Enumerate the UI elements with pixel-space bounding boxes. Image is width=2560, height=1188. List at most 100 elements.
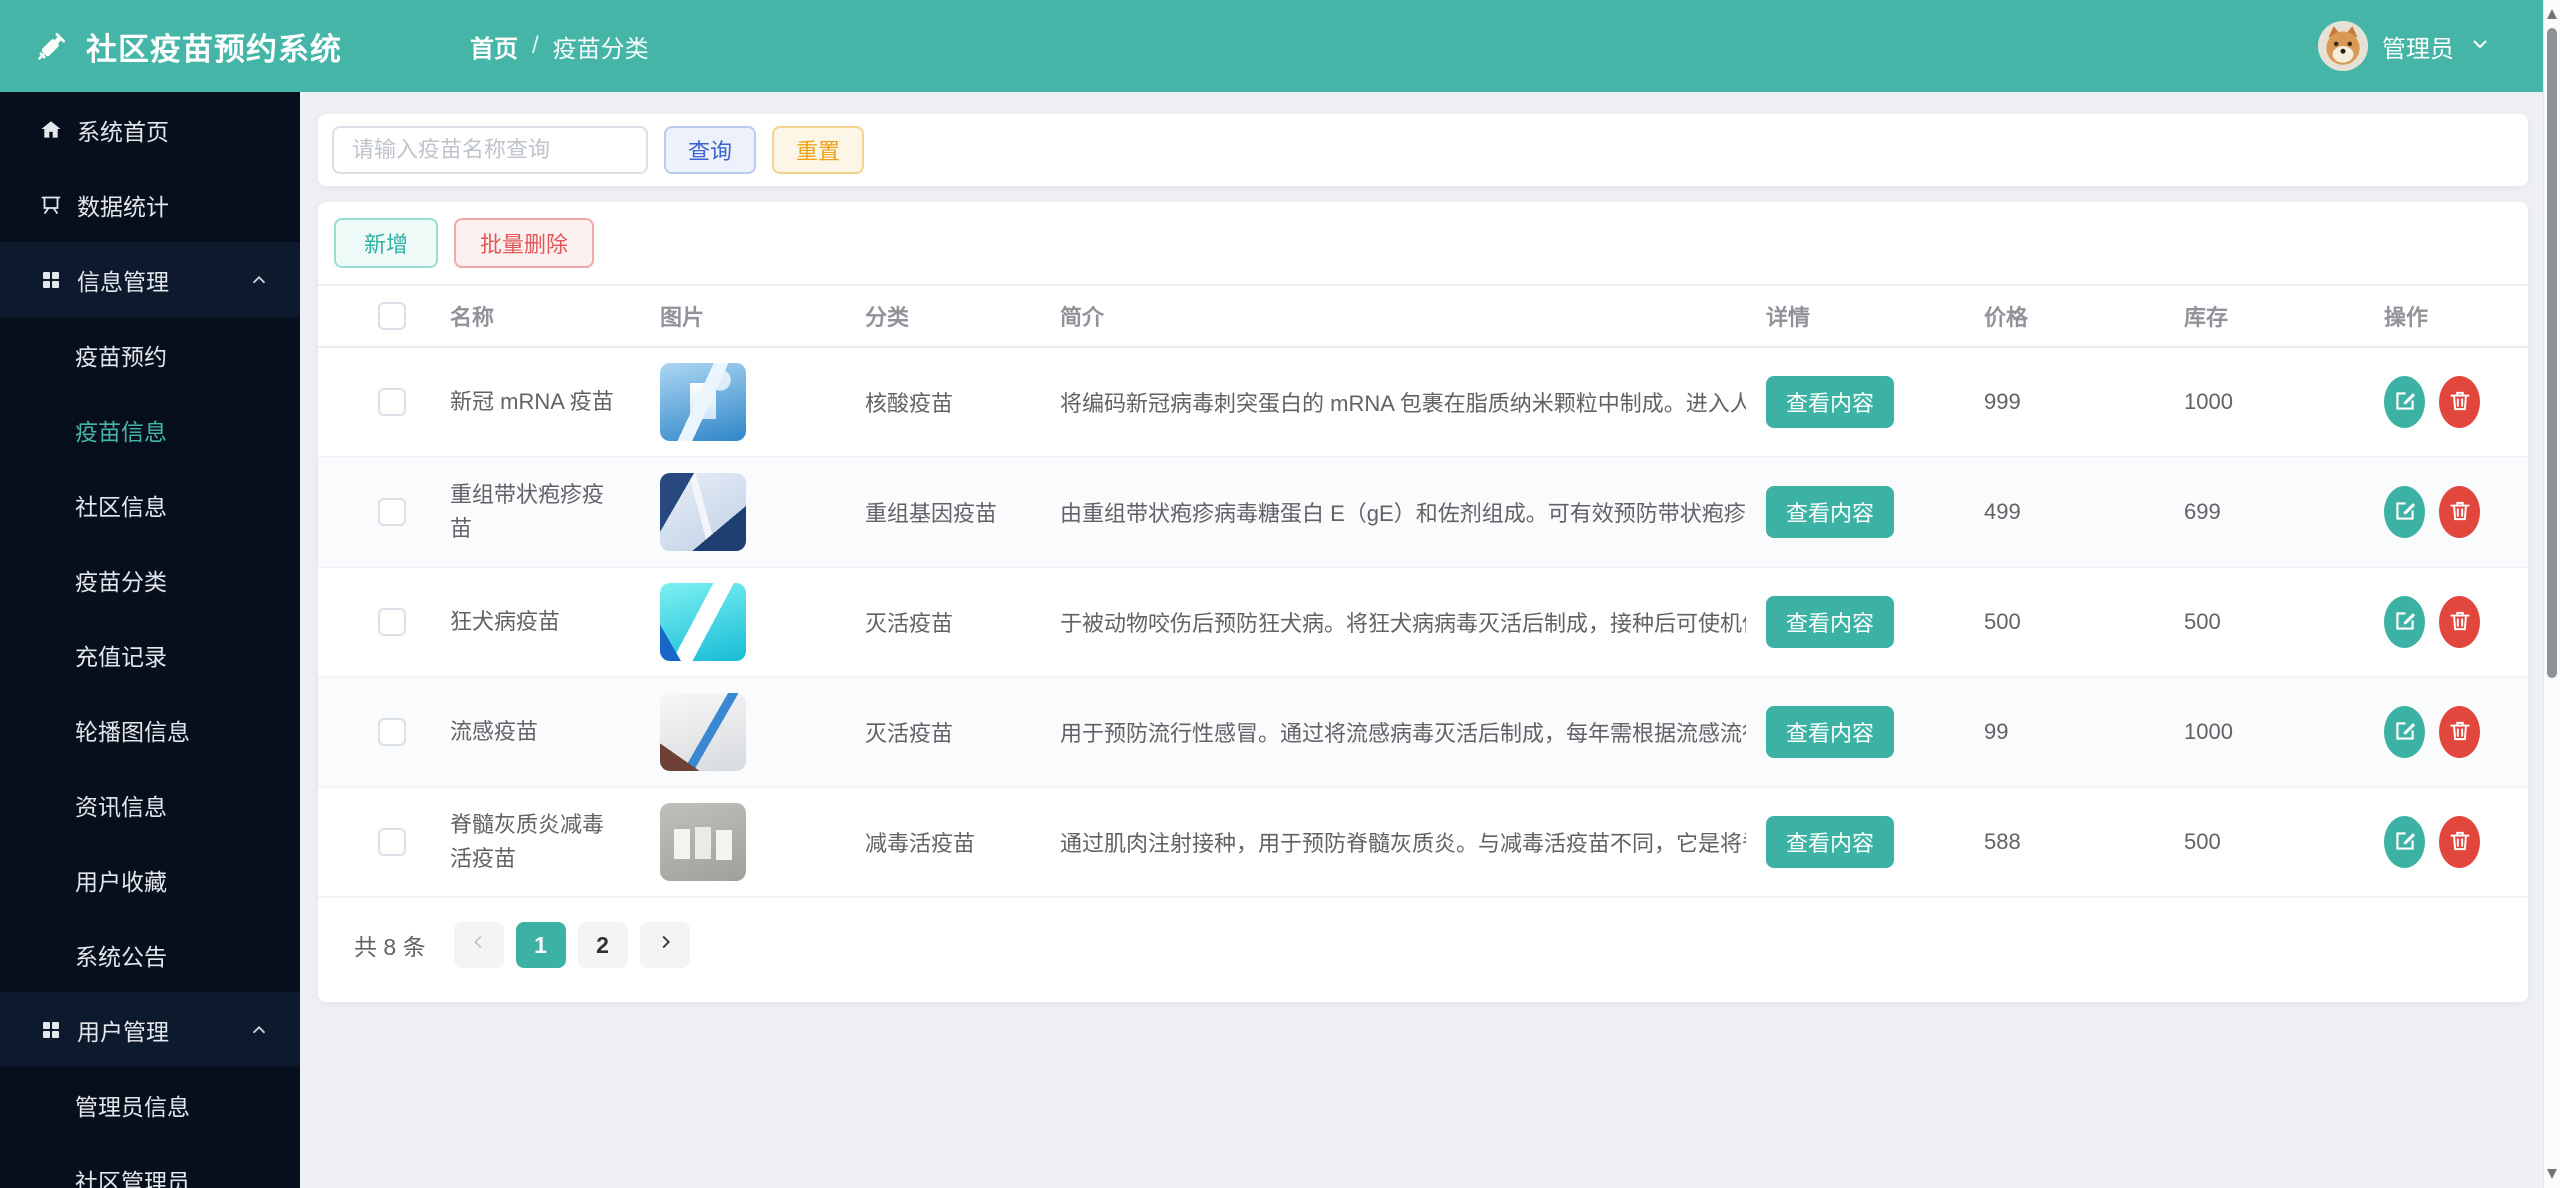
delete-button[interactable] [2439, 706, 2480, 758]
table-row: 重组带状疱疹疫苗 重组基因疫苗 由重组带状疱疹病毒糖蛋白 E（gE）和佐剂组成。… [318, 458, 2528, 568]
column-header-image: 图片 [660, 305, 705, 330]
next-page-button[interactable] [639, 922, 690, 968]
batch-delete-button[interactable]: 批量删除 [454, 218, 595, 268]
vaccine-stock: 1000 [2184, 719, 2233, 744]
add-button[interactable]: 新增 [334, 218, 439, 268]
view-content-button[interactable]: 查看内容 [1766, 816, 1895, 868]
vaccine-price: 588 [1984, 829, 2021, 854]
table-row: 流感疫苗 灭活疫苗 用于预防流行性感冒。通过将流感病毒灭活后制成，每年需根据流感… [318, 678, 2528, 788]
sidebar-group-info-mgmt[interactable]: 信息管理 [0, 242, 300, 317]
delete-button[interactable] [2439, 376, 2480, 428]
row-checkbox[interactable] [378, 828, 406, 856]
sidebar-item-carousel-info[interactable]: 轮播图信息 [0, 692, 300, 767]
edit-button[interactable] [2384, 486, 2425, 538]
row-checkbox[interactable] [378, 388, 406, 416]
chevron-up-icon [248, 1019, 270, 1041]
sidebar-item-data-stats[interactable]: 数据统计 [0, 167, 300, 242]
vaccine-name: 流感疫苗 [450, 718, 539, 744]
view-content-button[interactable]: 查看内容 [1766, 376, 1895, 428]
page-button-1[interactable]: 1 [515, 922, 566, 968]
page-button-2[interactable]: 2 [577, 922, 628, 968]
row-checkbox[interactable] [378, 498, 406, 526]
sidebar-group-label: 信息管理 [77, 268, 169, 295]
chevron-up-icon [248, 269, 270, 291]
sidebar-group-user-mgmt[interactable]: 用户管理 [0, 992, 300, 1067]
edit-icon [2392, 388, 2418, 417]
page-scrollbar[interactable] [2543, 0, 2560, 1188]
edit-icon [2392, 498, 2418, 527]
column-header-detail: 详情 [1766, 305, 1811, 330]
sidebar-item-vaccine-category[interactable]: 疫苗分类 [0, 542, 300, 617]
column-header-price: 价格 [1984, 305, 2029, 330]
sidebar-item-user-favorites[interactable]: 用户收藏 [0, 842, 300, 917]
table-row: 新冠 mRNA 疫苗 核酸疫苗 将编码新冠病毒刺突蛋白的 mRNA 包裹在脂质纳… [318, 348, 2528, 458]
vaccine-category: 核酸疫苗 [865, 391, 954, 416]
vaccine-price: 499 [1984, 499, 2021, 524]
vaccine-intro: 将编码新冠病毒刺突蛋白的 mRNA 包裹在脂质纳米颗粒中制成。进入人体… [1060, 391, 1746, 416]
column-header-name: 名称 [450, 305, 495, 330]
delete-button[interactable] [2439, 816, 2480, 868]
vaccine-intro: 用于预防流行性感冒。通过将流感病毒灭活后制成，每年需根据流感流行… [1060, 721, 1746, 746]
search-input[interactable] [332, 126, 648, 174]
sidebar-item-community-info[interactable]: 社区信息 [0, 467, 300, 542]
edit-button[interactable] [2384, 596, 2425, 648]
sidebar-item-label: 轮播图信息 [75, 718, 190, 745]
row-checkbox[interactable] [378, 718, 406, 746]
vaccine-stock: 699 [2184, 499, 2221, 524]
view-content-button[interactable]: 查看内容 [1766, 706, 1895, 758]
edit-icon [2392, 828, 2418, 857]
view-content-button[interactable]: 查看内容 [1766, 596, 1895, 648]
delete-button[interactable] [2439, 596, 2480, 648]
reset-button[interactable]: 重置 [772, 126, 865, 174]
edit-button[interactable] [2384, 706, 2425, 758]
vaccine-image [660, 693, 746, 771]
sidebar-item-news-info[interactable]: 资讯信息 [0, 767, 300, 842]
vaccine-stock: 500 [2184, 829, 2221, 854]
vaccine-stock: 1000 [2184, 389, 2233, 414]
vaccine-image [660, 803, 746, 881]
row-checkbox[interactable] [378, 608, 406, 636]
vaccine-intro: 通过肌肉注射接种，用于预防脊髓灰质炎。与减毒活疫苗不同，它是将脊… [1060, 831, 1746, 856]
user-dropdown[interactable]: 管理员 [2318, 21, 2492, 71]
sidebar-item-vaccine-appointment[interactable]: 疫苗预约 [0, 317, 300, 392]
grid-icon [39, 1018, 63, 1042]
sidebar-item-admin-info[interactable]: 管理员信息 [0, 1067, 300, 1142]
edit-button[interactable] [2384, 376, 2425, 428]
vaccine-name: 重组带状疱疹疫苗 [450, 481, 605, 541]
column-header-intro: 简介 [1060, 305, 1105, 330]
sidebar-item-system-home[interactable]: 系统首页 [0, 92, 300, 167]
vaccine-name: 脊髓灰质炎减毒活疫苗 [450, 811, 605, 871]
top-header: 社区疫苗预约系统 首页 / 疫苗分类 管理员 [0, 0, 2560, 92]
sidebar-item-label: 数据统计 [77, 193, 169, 220]
vaccine-name: 狂犬病疫苗 [450, 608, 561, 634]
view-content-button[interactable]: 查看内容 [1766, 486, 1895, 538]
prev-page-button[interactable] [453, 922, 504, 968]
presentation-board-icon [39, 193, 63, 217]
breadcrumb-home[interactable]: 首页 [470, 29, 518, 64]
delete-button[interactable] [2439, 486, 2480, 538]
sidebar-item-label: 社区信息 [75, 493, 167, 520]
vaccine-intro: 于被动物咬伤后预防狂犬病。将狂犬病病毒灭活后制成，接种后可使机体… [1060, 611, 1746, 636]
table-toolbar: 新增 批量删除 [318, 202, 2528, 284]
sidebar-item-community-admin[interactable]: 社区管理员 [0, 1142, 300, 1188]
sidebar-item-system-announcement[interactable]: 系统公告 [0, 917, 300, 992]
sidebar-group-label: 用户管理 [77, 1018, 169, 1045]
scrollbar-thumb[interactable] [2547, 28, 2557, 678]
vaccine-category: 减毒活疫苗 [865, 831, 976, 856]
sidebar-nav: 系统首页 数据统计 信息管理 疫苗预约 疫苗信息 社区信息 疫苗分类 充值记录 … [0, 92, 300, 1188]
sidebar-item-recharge-records[interactable]: 充值记录 [0, 617, 300, 692]
column-header-actions: 操作 [2384, 305, 2429, 330]
scroll-down-icon[interactable] [2547, 1169, 2557, 1179]
sidebar-item-label: 疫苗信息 [75, 418, 167, 445]
delete-icon [2447, 828, 2473, 857]
sidebar-item-label: 社区管理员 [75, 1168, 190, 1188]
vaccine-category: 灭活疫苗 [865, 721, 954, 746]
edit-button[interactable] [2384, 816, 2425, 868]
select-all-checkbox[interactable] [378, 302, 406, 330]
delete-icon [2447, 718, 2473, 747]
grid-icon [39, 268, 63, 292]
sidebar-item-label: 充值记录 [75, 643, 167, 670]
scroll-up-icon[interactable] [2547, 9, 2557, 19]
query-button[interactable]: 查询 [664, 126, 757, 174]
sidebar-item-vaccine-info[interactable]: 疫苗信息 [0, 392, 300, 467]
